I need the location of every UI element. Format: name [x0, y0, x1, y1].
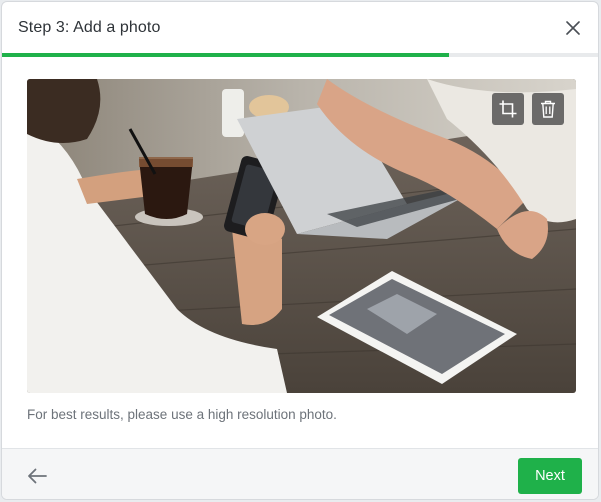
photo-hint-text: For best results, please use a high reso… [27, 407, 337, 422]
dialog-title: Step 3: Add a photo [18, 19, 161, 36]
crop-icon [499, 100, 517, 118]
dialog-header: Step 3: Add a photo [2, 2, 598, 54]
close-icon[interactable] [563, 18, 583, 38]
add-photo-dialog: Step 3: Add a photo For best results, pl… [1, 1, 599, 500]
arrow-left-icon [28, 468, 47, 484]
back-button[interactable] [24, 463, 50, 489]
photo-preview [27, 79, 576, 393]
photo-image [27, 79, 576, 393]
next-button[interactable]: Next [518, 458, 582, 494]
trash-icon [541, 100, 555, 118]
delete-photo-button[interactable] [532, 93, 564, 125]
step-progress-bar [2, 53, 598, 57]
dialog-footer: Next [2, 448, 598, 499]
step-progress-fill [2, 53, 449, 57]
crop-button[interactable] [492, 93, 524, 125]
